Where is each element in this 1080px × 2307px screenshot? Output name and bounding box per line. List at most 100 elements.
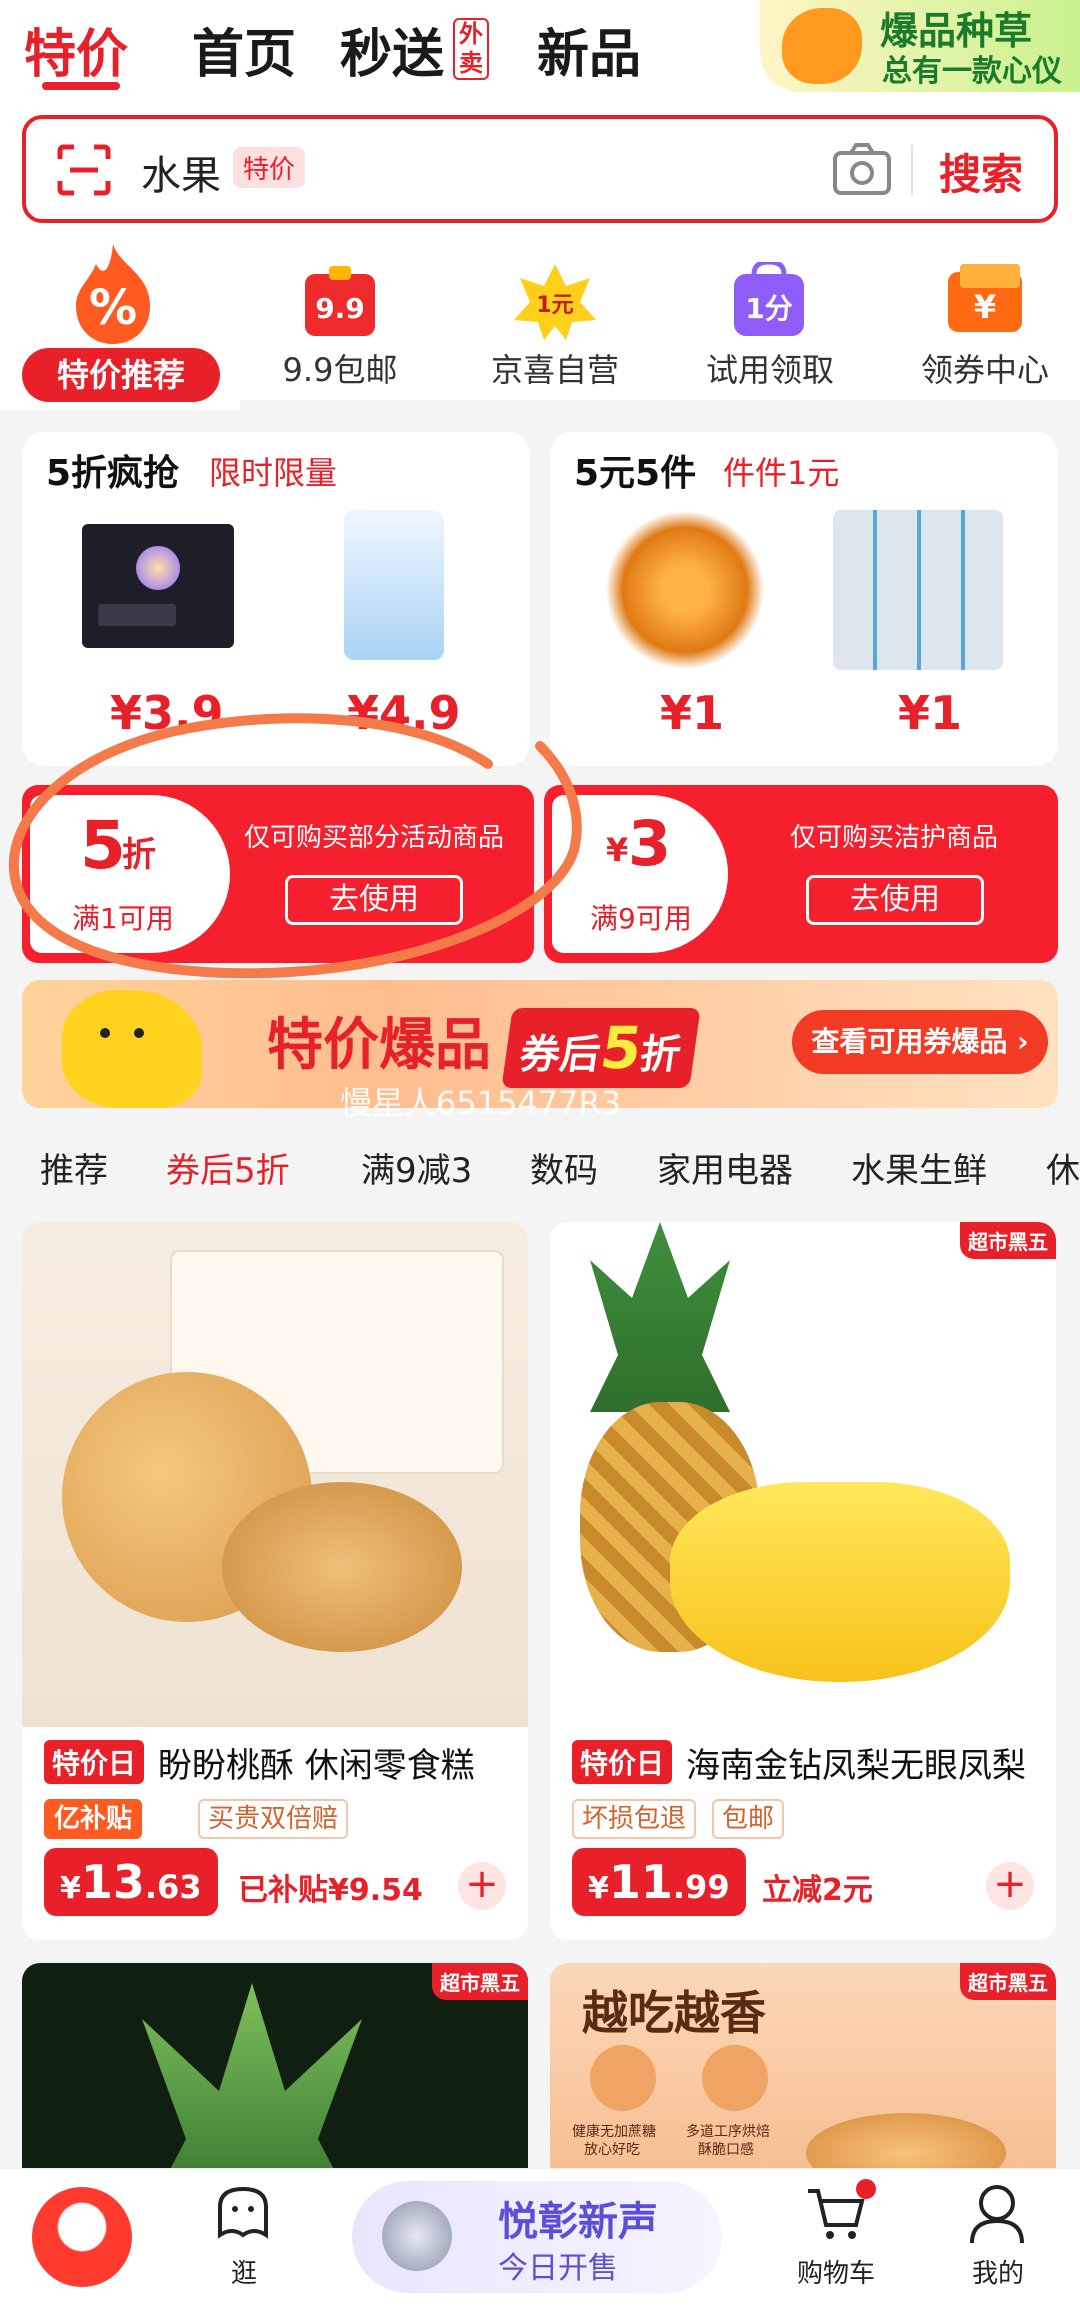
bottom-nav: 逛 悦彰新声 今日开售 购物车 我的 [0,2168,1080,2307]
corner-badge: 超市黑五 [432,1963,528,2000]
banner-sub1: 券后 [516,1032,604,1078]
browse-icon[interactable] [212,2181,274,2243]
deal-title: 5元5件 [574,453,697,494]
product-chip: 买贵双倍赔 [198,1799,349,1839]
price-integer: 13 [80,1855,145,1909]
scan-icon[interactable] [56,143,112,197]
tab-after-coupon[interactable]: 券后5折 [166,1143,290,1192]
category-trial-label[interactable]: 试用领取 [670,345,870,391]
tab-more[interactable]: 休 [1046,1143,1080,1192]
tab-home[interactable]: 首页 [192,12,296,87]
deal-card-5yuan[interactable]: 5元5件 件件1元 ¥1 ¥1 [550,432,1058,766]
add-to-cart-icon[interactable]: + [986,1862,1034,1910]
product-image [550,1222,1056,1727]
feature-icon [702,2045,768,2111]
deal-title: 5折疯抢 [46,453,180,494]
tab-fruit[interactable]: 水果生鲜 [851,1143,987,1192]
svg-text:1元: 1元 [536,293,573,318]
view-coupon-items-button[interactable]: 查看可用券爆品 › [792,1010,1048,1074]
gift-box-99-icon[interactable]: 9.9 [295,262,385,342]
search-keyword: 水果 [141,153,221,199]
feature-text: 放心好吃 [584,2142,640,2158]
watermark: 慢星人6515477R3 [340,1084,622,1122]
ad-title: 悦彰新声 [498,2199,658,2245]
price-symbol: ¥ [60,1871,81,1906]
coupon-3yuan[interactable]: ¥ 3 满9可用 仅可购买洁护商品 去使用 [544,785,1058,963]
tab-man9[interactable]: 满9减3 [361,1143,472,1192]
banner-sub3: 折 [637,1032,684,1078]
product-image-snack [605,510,765,670]
product-tag: 特价日 [572,1740,673,1784]
shoe-icon [782,8,862,84]
svg-text:%: % [89,280,137,336]
search-bar[interactable]: 水果 特价 搜索 [22,115,1058,223]
product-chip: 坏损包退 [572,1799,697,1839]
yellow-star-1yuan-icon[interactable]: 1元 [510,262,600,342]
feature-text: 多道工序烘焙 [686,2124,770,2140]
search-keyword-tag: 特价 [233,147,306,188]
tab-new[interactable]: 新品 [537,12,641,87]
tab-digital[interactable]: 数码 [530,1143,598,1192]
corner-badge: 超市黑五 [960,1222,1056,1259]
deal-subtitle: 限时限量 [209,454,338,492]
annotation-circle [8,713,582,979]
jd-mascot-icon[interactable] [32,2187,132,2287]
ad-subtitle: 今日开售 [498,2251,618,2286]
product-price: ¥11.99 [572,1848,746,1916]
category-99-label[interactable]: 9.9包邮 [240,345,440,391]
coupon-desc: 仅可购买洁护商品 [790,823,999,853]
product-card[interactable]: 特价日 盼盼桃酥 休闲零食糕 亿补贴 买贵双倍赔 ¥13.63 已补贴¥9.54… [22,1222,528,1940]
feature-icon [590,2045,656,2111]
deal-price-2: ¥1 [898,686,963,740]
search-button[interactable]: 搜索 [939,141,1023,202]
nav-browse-label[interactable]: 逛 [184,2253,304,2290]
product-image-tissue [344,510,444,660]
user-icon[interactable] [966,2181,1028,2245]
ad-pill[interactable]: 悦彰新声 今日开售 [352,2181,722,2293]
category-tejia-tuijian[interactable]: 特价推荐 [22,348,220,402]
price-decimal: .63 [144,1868,202,1906]
promo-banner[interactable]: 爆品种草 总有一款心仪 [760,0,1080,92]
tab-tejia[interactable]: 特价 [24,12,128,87]
product-note: 已补贴¥9.54 [238,1873,423,1908]
product-image [22,1222,528,1727]
cart-dot-badge [856,2179,876,2199]
corner-badge: 超市黑五 [960,1963,1056,2000]
feature-text: 酥脆口感 [698,2142,754,2158]
use-coupon-button[interactable]: 去使用 [806,875,984,925]
product-card[interactable]: 超市黑五 特价日 海南金钻凤梨无眼凤梨 坏损包退 包邮 ¥11.99 立减2元 … [550,1222,1056,1940]
camera-icon[interactable] [831,139,893,199]
tab-appliances[interactable]: 家用电器 [657,1143,793,1192]
product-headline: 越吃越香 [582,1986,766,2040]
orange-coupon-icon[interactable]: ¥ [940,262,1030,342]
product-tag: 特价日 [44,1740,145,1784]
product-image-box [82,524,234,648]
banner-title: 特价爆品 [267,1013,491,1078]
svg-text:9.9: 9.9 [315,292,365,325]
tab-miaosong[interactable]: 秒送 [340,12,444,87]
svg-text:1分: 1分 [745,292,792,325]
product-chip: 包邮 [712,1799,785,1839]
earbuds-icon [382,2201,452,2271]
product-price: ¥13.63 [44,1848,218,1916]
category-jingxi-label[interactable]: 京喜自营 [455,345,655,391]
waimai-badge: 外卖 [453,18,489,80]
promo-line2: 总有一款心仪 [882,54,1062,89]
mascot-icon [62,990,202,1108]
category-coupon-center-label[interactable]: 领券中心 [885,345,1080,391]
product-name: 海南金钻凤梨无眼凤梨 [686,1746,1026,1786]
deal-price-1: ¥1 [660,686,725,740]
deal-subtitle: 件件1元 [723,454,840,492]
tab-recommend[interactable]: 推荐 [40,1143,108,1192]
active-tab-underline [42,82,120,90]
price-integer: 11 [608,1855,673,1909]
feature-text: 健康无加蔗糖 [572,2124,656,2140]
purple-bag-icon[interactable]: 1分 [724,262,814,342]
price-decimal: .99 [672,1868,730,1906]
nav-mine-label[interactable]: 我的 [938,2253,1058,2290]
fire-percent-icon: % [76,244,150,344]
price-symbol: ¥ [588,1871,609,1906]
banner-subtitle: 券后5折 [501,1008,701,1088]
add-to-cart-icon[interactable]: + [458,1862,506,1910]
nav-cart-label[interactable]: 购物车 [776,2253,896,2290]
